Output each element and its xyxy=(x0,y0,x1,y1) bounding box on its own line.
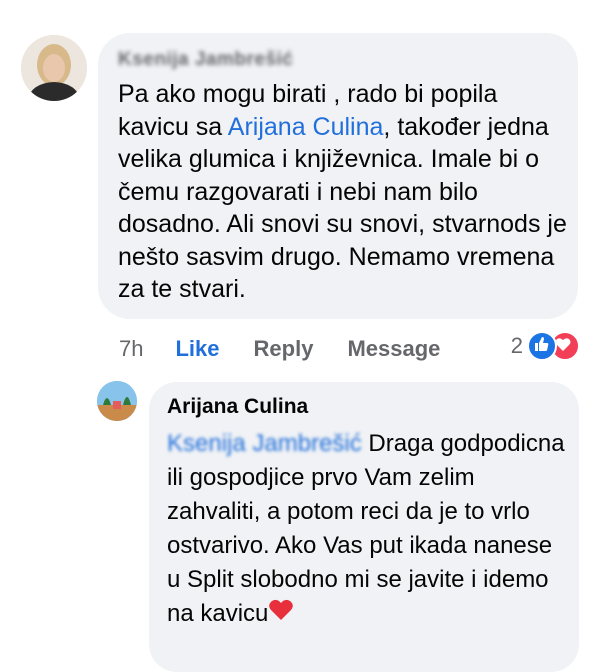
commenter-avatar[interactable] xyxy=(21,35,87,101)
reply-text-part: Draga godpodicna ili gospodjice prvo Vam… xyxy=(167,430,565,627)
reply-mention-link[interactable]: Ksenija Jambrešić xyxy=(167,430,362,457)
reply-bubble: Arijana Culina Ksenija Jambrešić Draga g… xyxy=(149,382,579,672)
comment-bubble: Ksenija Jambrešić Pa ako mogu birati , r… xyxy=(98,33,578,319)
message-button[interactable]: Message xyxy=(347,336,440,362)
reply-button[interactable]: Reply xyxy=(254,336,314,362)
comment-time[interactable]: 7h xyxy=(119,336,143,362)
reply-author-name[interactable]: Arijana Culina xyxy=(167,395,308,419)
heart-emoji-icon xyxy=(268,598,294,632)
reply-author-avatar[interactable] xyxy=(97,381,137,421)
comment-author-name[interactable]: Ksenija Jambrešić xyxy=(118,49,293,71)
comment-text: Pa ako mogu birati , rado bi popila kavi… xyxy=(118,78,568,306)
reaction-count: 2 xyxy=(510,333,523,358)
like-reaction-icon xyxy=(527,331,557,361)
comment-actions: 7h Like Reply Message xyxy=(119,334,440,364)
reply-text: Ksenija Jambrešić Draga godpodicna ili g… xyxy=(167,427,567,632)
comment-text-part: , također jedna velika glumica i književ… xyxy=(118,112,567,304)
mention-link[interactable]: Arijana Culina xyxy=(228,113,384,141)
reaction-summary[interactable]: 2 xyxy=(511,331,580,361)
like-button[interactable]: Like xyxy=(175,336,219,362)
